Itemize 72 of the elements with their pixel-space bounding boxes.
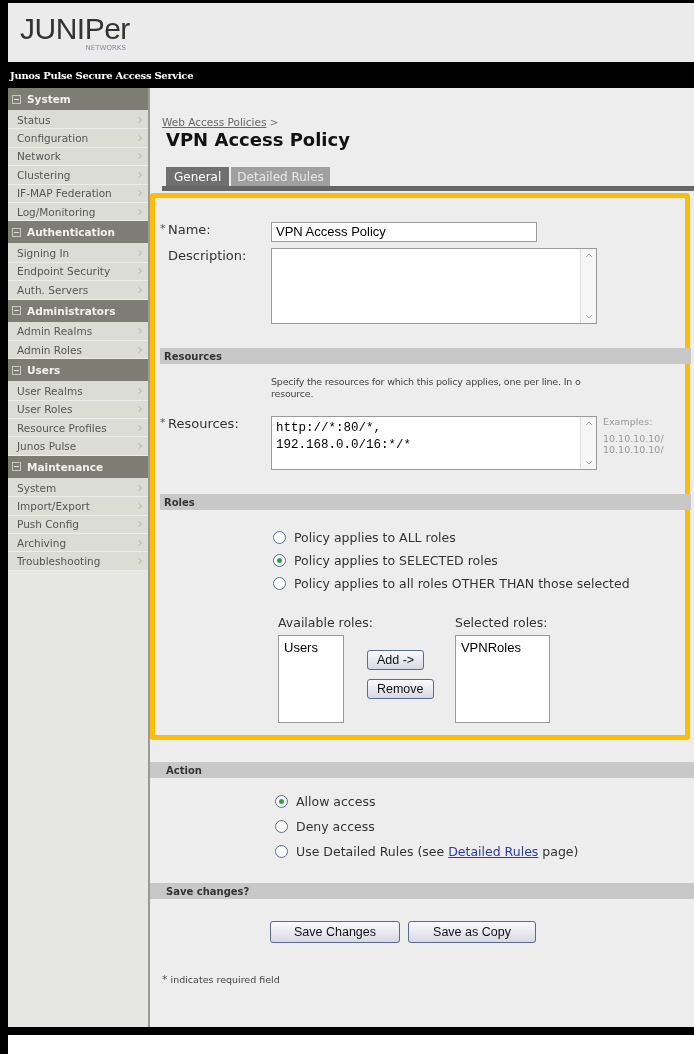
sidebar-item[interactable]: Resource Profiles [8,419,148,438]
sidebar-item[interactable]: Junos Pulse [8,437,148,456]
footnote-text: indicates required field [170,974,280,985]
instructions-text: Specify the resources for which this policy applies, one per line. In o resource. [271,376,582,400]
sidebar-item[interactable]: Troubleshooting [8,552,148,571]
required-mark: * [160,416,167,431]
radio-label: Deny access [296,819,375,834]
sidebar-item[interactable]: Status [8,111,148,130]
list-label: Selected roles: [454,615,549,630]
radio-label: Policy applies to ALL roles [294,530,456,545]
field-label: Name: [168,222,211,237]
list-item[interactable]: VPNRoles [460,640,544,655]
sidebar-section-header[interactable]: Administrators [8,299,148,323]
sidebar-item[interactable]: User Realms [8,382,148,401]
sidebar-item[interactable]: Signing In [8,244,148,263]
sidebar-item[interactable]: Import/Export [8,497,148,516]
section-title: Maintenance [27,460,104,473]
section-header: Roles [160,494,691,510]
list-item[interactable]: Users [284,640,338,655]
breadcrumb-separator: > [269,116,279,128]
add-button[interactable]: Add -> [366,650,425,670]
sidebar-item[interactable]: Archiving [8,534,148,553]
list-label: Available roles: [278,615,373,630]
tab[interactable]: General [166,167,230,186]
breadcrumb-link[interactable]: Web Access Policies [162,116,267,128]
section-title: Administrators [27,304,116,317]
radio-button[interactable] [275,795,288,808]
scroll-down-icon [584,314,593,319]
sidebar-item[interactable]: Configuration [8,129,148,148]
radio-label: Allow access [296,794,376,809]
scroll-down-icon [584,460,593,465]
detailed-rules-link[interactable]: Detailed Rules [448,844,539,859]
page-title: VPN Access Policy [166,129,351,150]
example-text: 10.10.10.10/ [603,433,664,444]
product-title: Junos Pulse Secure Access Service [10,69,194,81]
examples-label: Examples: [603,416,654,427]
description-field[interactable] [271,248,597,324]
section-header: Resources [160,348,691,364]
sidebar-section-header[interactable]: Users [8,359,148,383]
save-button[interactable]: Save as Copy [408,921,536,943]
required-mark: * [162,973,168,986]
sidebar-item[interactable]: Auth. Servers [8,281,148,300]
scrollbar[interactable] [580,417,596,469]
sidebar-item[interactable]: Clustering [8,166,148,185]
scroll-up-icon [584,421,593,426]
radio-button[interactable] [275,845,288,858]
required-mark: * [160,222,167,237]
resources-field[interactable]: http://*:80/*, 192.168.0.0/16:*/* [271,416,597,470]
radio-button[interactable] [275,820,288,833]
scrollbar[interactable] [580,249,596,323]
radio-button[interactable] [273,554,286,567]
section-title: Authentication [27,226,115,239]
radio-button[interactable] [273,531,286,544]
remove-button[interactable]: Remove [366,679,434,699]
name-field[interactable]: VPN Access Policy [271,222,537,242]
section-header: Action [150,762,694,778]
sidebar-section-header[interactable]: System [8,88,148,111]
section-title: Users [27,364,61,377]
section-header: Save changes? [150,883,694,899]
sidebar-section-header[interactable]: Maintenance [8,455,148,479]
sidebar-section-header[interactable]: Authentication [8,221,148,245]
scroll-up-icon [584,253,593,258]
save-button[interactable]: Save Changes [270,921,400,943]
radio-label: Use Detailed Rules (see Detailed Rules page) [296,844,579,859]
field-label: Resources: [168,416,239,431]
field-label: Description: [168,248,247,263]
section-title: System [27,93,71,105]
radio-button[interactable] [273,577,286,590]
radio-label: Policy applies to SELECTED roles [294,553,498,568]
radio-label: Policy applies to all roles OTHER THAN those selected [294,576,630,591]
logo-wordmark: JUNIPer [20,13,130,44]
example-text: 10.10.10.10/ [603,444,664,455]
